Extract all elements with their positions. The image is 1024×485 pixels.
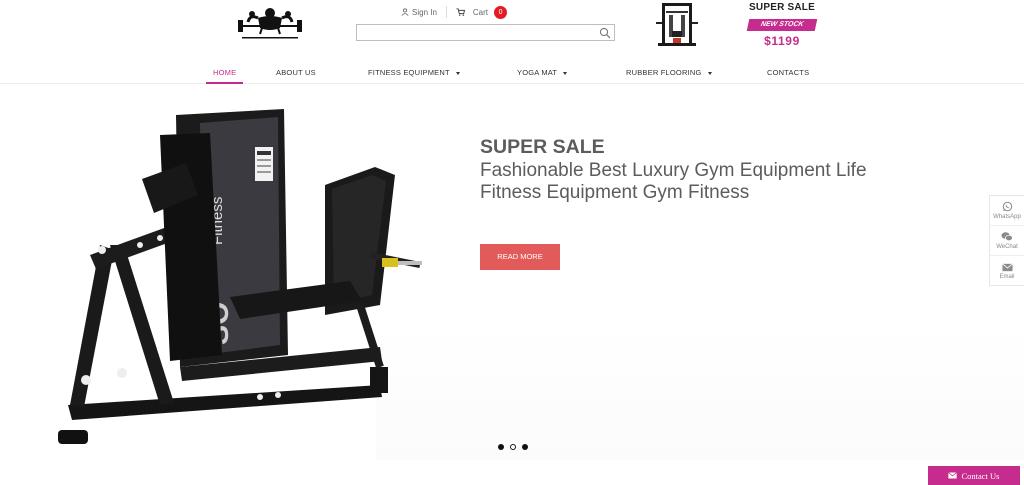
site-logo[interactable] — [236, 4, 304, 42]
wechat-icon — [1001, 232, 1013, 242]
slider-dot[interactable] — [522, 444, 528, 450]
user-icon — [401, 8, 409, 16]
whatsapp-icon — [1002, 201, 1012, 212]
nav-item-label: HOME — [213, 68, 237, 77]
nav-item-label: ABOUT US — [276, 68, 316, 77]
leg-press-machine-image[interactable]: Fitness SO — [50, 105, 440, 450]
nav-item-label: RUBBER FLOORING — [626, 68, 702, 77]
slider-dot[interactable] — [498, 444, 504, 450]
divider — [445, 6, 447, 18]
slider-dot-active[interactable] — [510, 444, 516, 450]
user-links: Sign In Cart 0 — [401, 5, 508, 19]
hero-banner: Fitness SO SUPER SALE Fashionable Best L… — [0, 85, 1024, 460]
whatsapp-button[interactable]: WhatsApp — [990, 196, 1024, 226]
promo-product-image[interactable] — [654, 1, 700, 49]
nav-item-home[interactable]: HOME — [205, 62, 244, 84]
promo-block[interactable]: SUPER SALE NEW STOCK $1199 — [745, 2, 819, 48]
promo-title: SUPER SALE — [749, 2, 815, 13]
cart-label: Cart — [472, 7, 489, 17]
floating-contact-bar: WhatsApp WeChat Email — [989, 195, 1024, 286]
whatsapp-label: WhatsApp — [993, 214, 1021, 220]
chevron-down-icon — [563, 71, 568, 75]
chevron-down-icon — [707, 71, 712, 75]
hero-title: Fashionable Best Luxury Gym Equipment Li… — [480, 160, 867, 203]
cart-link[interactable]: Cart 0 — [456, 5, 508, 19]
wechat-label: WeChat — [996, 244, 1018, 250]
envelope-icon — [948, 472, 958, 479]
main-nav: HOME ABOUT US FITNESS EQUIPMENT YOGA MAT… — [0, 62, 1024, 84]
hero-text: SUPER SALE Fashionable Best Luxury Gym E… — [480, 135, 900, 204]
wechat-button[interactable]: WeChat — [990, 226, 1024, 256]
search-icon[interactable] — [599, 27, 611, 39]
nav-item-fitness-equipment[interactable]: FITNESS EQUIPMENT — [368, 62, 460, 84]
cart-count-badge: 0 — [494, 5, 508, 19]
contact-us-label: Contact Us — [961, 470, 1000, 481]
email-label: Email — [999, 273, 1015, 280]
hero-kicker: SUPER SALE — [480, 136, 605, 158]
promo-price: $1199 — [764, 34, 800, 48]
search-input[interactable] — [357, 28, 592, 43]
sign-in-label: Sign In — [412, 7, 437, 17]
contact-us-button[interactable]: Contact Us — [928, 466, 1020, 485]
read-more-button[interactable]: READ MORE — [480, 244, 560, 270]
chevron-down-icon — [455, 71, 460, 75]
nav-item-yoga-mat[interactable]: YOGA MAT — [517, 62, 568, 84]
nav-item-label: FITNESS EQUIPMENT — [368, 68, 450, 77]
promo-badge: NEW STOCK — [746, 19, 818, 31]
nav-item-rubber-flooring[interactable]: RUBBER FLOORING — [626, 62, 712, 84]
nav-item-about-us[interactable]: ABOUT US — [276, 62, 316, 84]
slider-dots — [498, 444, 528, 450]
email-button[interactable]: Email — [990, 256, 1024, 286]
sign-in-link[interactable]: Sign In — [401, 8, 437, 17]
header: Sign In Cart 0 SUPER SALE NEW STOCK $119… — [0, 0, 1024, 62]
hero-background — [376, 320, 1024, 460]
nav-item-label: YOGA MAT — [517, 68, 558, 77]
page: Sign In Cart 0 SUPER SALE NEW STOCK $119… — [0, 0, 1024, 485]
search-box — [356, 24, 615, 43]
nav-item-contacts[interactable]: CONTACTS — [767, 62, 809, 84]
cart-icon — [456, 8, 465, 16]
email-icon — [1001, 263, 1013, 271]
nav-item-label: CONTACTS — [767, 68, 810, 77]
